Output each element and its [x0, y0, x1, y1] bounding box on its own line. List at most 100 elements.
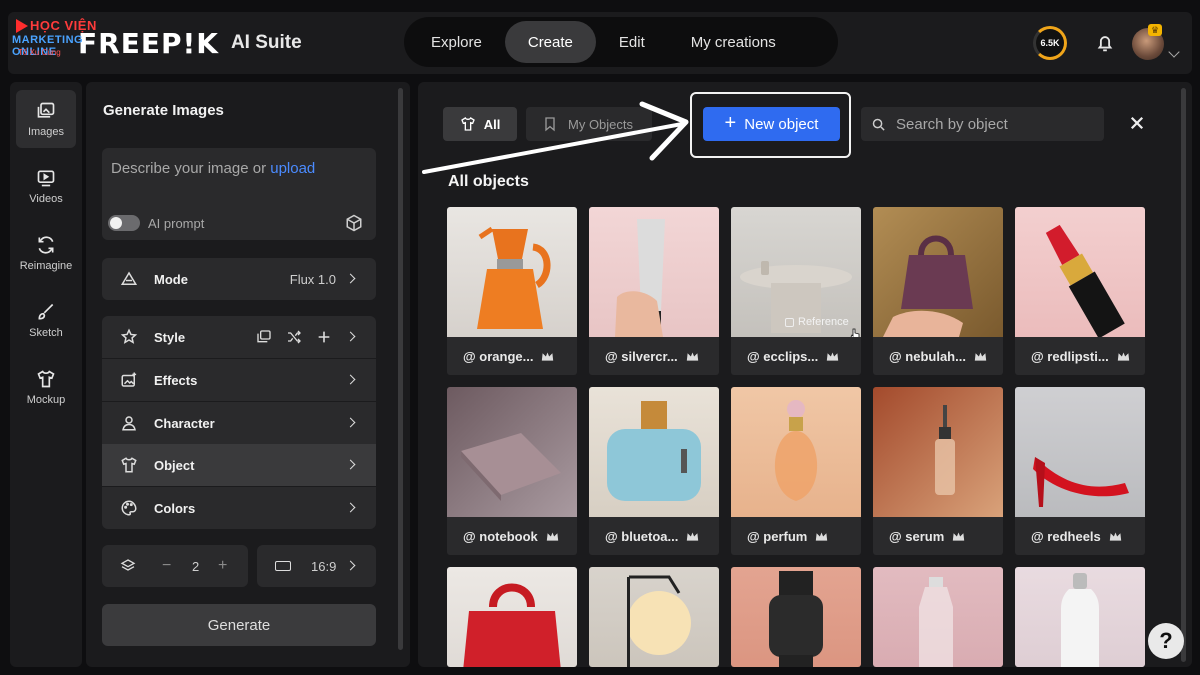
crown-icon: [542, 351, 554, 361]
object-card[interactable]: @ bluetoa...: [589, 387, 719, 555]
generate-button[interactable]: Generate: [102, 604, 376, 646]
object-name: @ nebulah...: [889, 348, 966, 364]
generate-panel: Generate Images Describe your image or u…: [86, 82, 410, 667]
object-name: @ redlipsti...: [1031, 348, 1109, 364]
style-icon: [120, 328, 138, 344]
rail-item-images[interactable]: Images: [16, 90, 76, 148]
crown-icon: [974, 351, 987, 361]
character-selector[interactable]: Character: [102, 402, 376, 444]
chevron-right-icon: [345, 417, 356, 428]
serum-bottle-image: [935, 405, 955, 495]
layers-icon: [120, 559, 136, 571]
rail-item-sketch[interactable]: Sketch: [16, 291, 76, 349]
purple-bag-image: [883, 235, 973, 337]
object-card[interactable]: @ redheels: [1015, 387, 1145, 555]
nav-my-creations[interactable]: My creations: [668, 21, 799, 63]
new-object-label: New object: [744, 115, 819, 133]
perfume-bottle-image: [774, 400, 818, 501]
upload-link[interactable]: upload: [270, 160, 315, 177]
rail-item-videos[interactable]: Videos: [16, 157, 76, 215]
tab-all-label: All: [483, 116, 501, 132]
rail-item-mockup[interactable]: Mockup: [16, 358, 76, 416]
tab-my-objects[interactable]: My Objects: [526, 107, 652, 141]
object-card[interactable]: @ perfum: [731, 387, 861, 555]
tab-my-objects-label: My Objects: [568, 116, 634, 132]
object-card[interactable]: [1015, 567, 1145, 667]
cube-icon[interactable]: [345, 214, 363, 232]
shirt-icon: [121, 457, 137, 473]
credits-badge[interactable]: 6.5K: [1033, 26, 1067, 60]
style-selector[interactable]: Style: [102, 316, 376, 358]
nav-edit[interactable]: Edit: [596, 21, 668, 63]
watermark-top: HỌC VIỆN: [30, 18, 97, 33]
object-thumbnail: [1015, 387, 1145, 517]
character-label: Character: [154, 415, 215, 431]
section-title: All objects: [448, 173, 529, 190]
search-input[interactable]: [896, 115, 1096, 133]
mode-icon: [120, 271, 138, 285]
nav-create[interactable]: Create: [504, 21, 596, 63]
count-value: 2: [192, 558, 200, 574]
water-bottle-image: [1061, 573, 1099, 667]
object-card[interactable]: @ serum: [873, 387, 1003, 555]
effects-selector[interactable]: Effects: [102, 359, 376, 401]
plus-icon[interactable]: [316, 329, 332, 345]
help-button[interactable]: ?: [1148, 623, 1184, 659]
plus-icon: +: [724, 112, 737, 134]
object-card[interactable]: @ orange...: [447, 207, 577, 375]
hand-cursor-icon: [850, 328, 860, 337]
shirt-icon: [37, 369, 55, 387]
object-card[interactable]: @ redlipsti...: [1015, 207, 1145, 375]
ai-prompt-toggle[interactable]: [108, 215, 140, 231]
object-thumbnail: [731, 387, 861, 517]
bell-icon[interactable]: [1094, 32, 1116, 54]
mode-value: Flux 1.0: [289, 271, 336, 287]
object-card[interactable]: [731, 567, 861, 667]
object-card[interactable]: [447, 567, 577, 667]
objects-grid: @ orange... @ silvercr... Reference @ ec…: [447, 207, 1145, 555]
object-card[interactable]: @ nebulah...: [873, 207, 1003, 375]
objects-scrollbar[interactable]: [1181, 88, 1186, 662]
object-card[interactable]: @ silvercr...: [589, 207, 719, 375]
rail-item-reimagine[interactable]: Reimagine: [16, 224, 76, 282]
red-handbag-image: [463, 583, 561, 667]
object-thumbnail: [873, 387, 1003, 517]
mode-selector[interactable]: Mode Flux 1.0: [102, 258, 376, 300]
prompt-placeholder: Describe your image or upload: [111, 160, 315, 177]
tab-all[interactable]: All: [443, 107, 517, 141]
object-card[interactable]: [589, 567, 719, 667]
brush-icon: [38, 303, 54, 320]
person-icon: [122, 416, 136, 431]
panel-scrollbar[interactable]: [398, 88, 403, 650]
prompt-input[interactable]: Describe your image or upload AI prompt: [102, 148, 376, 240]
object-name: @ ecclips...: [747, 348, 819, 364]
palette-icon: [121, 500, 137, 516]
close-icon[interactable]: [1128, 114, 1146, 132]
object-card[interactable]: [873, 567, 1003, 667]
main-nav: Explore Create Edit My creations: [404, 17, 838, 67]
object-card[interactable]: @ notebook: [447, 387, 577, 555]
object-card[interactable]: Reference @ ecclips...: [731, 207, 861, 375]
chevron-right-icon: [345, 331, 356, 342]
rail-label-videos: Videos: [29, 192, 63, 205]
search-icon: [872, 118, 885, 131]
object-name: @ orange...: [463, 348, 534, 364]
object-thumbnail: [873, 207, 1003, 337]
colors-label: Colors: [154, 500, 196, 516]
chevron-down-icon[interactable]: [1168, 46, 1180, 58]
count-plus-button[interactable]: +: [218, 557, 227, 575]
new-object-button[interactable]: + New object: [703, 107, 840, 141]
aspect-ratio-selector[interactable]: 16:9: [257, 545, 376, 587]
reference-tag-label: Reference: [798, 316, 849, 328]
count-minus-button[interactable]: −: [162, 557, 171, 575]
watermark-play-icon: [16, 19, 28, 33]
nav-explore[interactable]: Explore: [408, 21, 505, 63]
object-selector[interactable]: Object: [102, 444, 376, 486]
gallery-icon[interactable]: [256, 329, 272, 345]
object-name: @ redheels: [1031, 528, 1101, 544]
object-thumbnail: [1015, 207, 1145, 337]
colors-selector[interactable]: Colors: [102, 487, 376, 529]
shuffle-icon[interactable]: [286, 329, 302, 345]
object-thumbnail: [589, 387, 719, 517]
tool-rail: Images Videos Reimagine Sketch Mockup: [10, 82, 82, 667]
